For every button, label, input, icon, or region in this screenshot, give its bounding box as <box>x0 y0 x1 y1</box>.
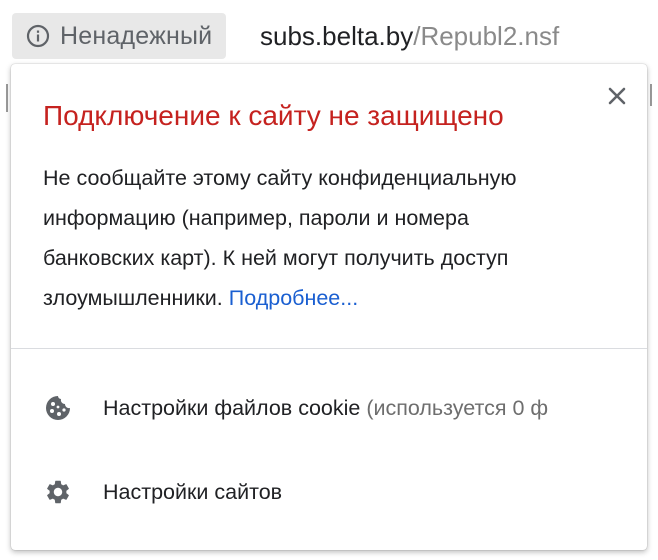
popup-title: Подключение к сайту не защищено <box>43 100 504 131</box>
close-button[interactable] <box>605 84 629 108</box>
warning-text: Не сообщайте этому сайту конфиденциальну… <box>43 158 623 318</box>
cookie-settings-label: Настройки файлов cookie <box>103 395 361 420</box>
url-path: /Republ2.nsf <box>413 21 560 51</box>
cookie-icon <box>43 393 73 423</box>
url-host: subs.belta.by <box>260 21 414 51</box>
site-settings-label: Настройки сайтов <box>103 479 283 504</box>
divider <box>11 348 647 349</box>
warning-line: Не сообщайте этому сайту конфиденциальну… <box>43 166 517 190</box>
site-info-popup: Подключение к сайту не защищено Не сообщ… <box>11 64 647 550</box>
url-text[interactable]: subs.belta.by/Republ2.nsf <box>260 16 559 56</box>
close-icon <box>608 87 626 105</box>
site-settings-item[interactable]: Настройки сайтов <box>11 462 647 522</box>
security-label: Ненадежный <box>60 21 213 50</box>
security-indicator-button[interactable]: Ненадежный <box>12 13 227 59</box>
warning-line-text: злоумышленники. <box>43 286 223 310</box>
learn-more-link[interactable]: Подробнее... <box>229 286 358 310</box>
gear-icon <box>43 477 73 507</box>
info-circle-icon <box>26 24 50 48</box>
warning-line: банковских карт). К ней могут получить д… <box>43 246 509 270</box>
cookie-settings-text: Настройки файлов cookie (используется 0 … <box>103 396 618 421</box>
background-edge-right <box>650 84 658 106</box>
cookie-usage-detail: (используется 0 ф <box>366 395 549 420</box>
warning-line-last: злоумышленники. Подробнее... <box>43 278 623 318</box>
cookie-settings-item[interactable]: Настройки файлов cookie (используется 0 … <box>11 378 647 438</box>
background-edge-left <box>0 84 8 112</box>
warning-line: информацию (например, пароли и номера <box>43 206 469 230</box>
